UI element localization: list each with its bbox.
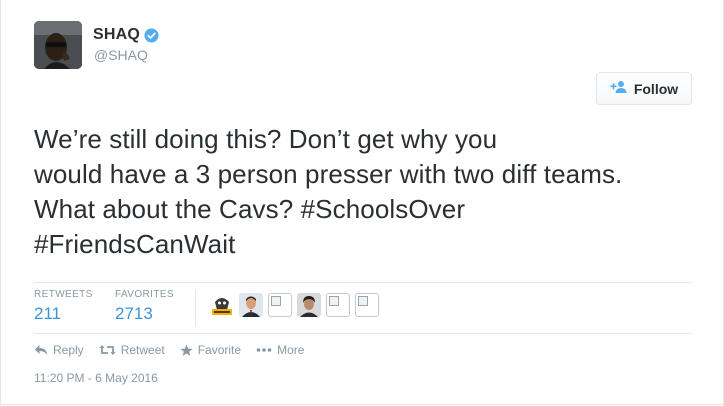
star-icon <box>180 344 193 357</box>
favoriter-avatar[interactable] <box>268 293 292 317</box>
tweet-text-fragment: What about the Cavs? <box>34 194 301 224</box>
favoriters-avatars <box>210 293 379 317</box>
reply-button[interactable]: Reply <box>34 343 84 357</box>
tweet-text-line: would have a 3 person presser with two d… <box>34 159 623 189</box>
follow-button[interactable]: Follow <box>596 72 692 105</box>
retweets-count[interactable]: 211 <box>34 304 93 324</box>
tweet-timestamp[interactable]: 11:20 PM - 6 May 2016 <box>34 371 158 385</box>
favoriter-avatar[interactable] <box>355 293 379 317</box>
retweet-icon <box>99 344 116 356</box>
favoriter-avatar[interactable] <box>297 293 321 317</box>
retweets-label: RETWEETS <box>34 289 93 300</box>
favoriter-avatar[interactable] <box>210 293 234 317</box>
favorite-label: Favorite <box>197 343 242 357</box>
stats-bottom-divider <box>34 333 692 334</box>
display-name[interactable]: SHAQ <box>93 26 140 44</box>
favorite-button[interactable]: Favorite <box>180 343 241 357</box>
stats-top-divider <box>34 282 692 283</box>
more-button[interactable]: More <box>256 343 304 357</box>
verified-badge-icon <box>144 27 159 43</box>
user-handle[interactable]: @SHAQ <box>94 47 148 63</box>
tweet-text-line: What about the Cavs? #SchoolsOver <box>34 192 694 227</box>
follow-button-label: Follow <box>633 80 679 97</box>
reply-icon <box>34 344 48 356</box>
stats-separator <box>195 289 196 327</box>
reply-label: Reply <box>53 343 84 357</box>
retweet-button[interactable]: Retweet <box>99 343 165 357</box>
more-dots-icon <box>256 347 272 353</box>
tweet-actions: Reply Retweet Favorite More <box>34 343 319 357</box>
favorites-label: FAVORITES <box>115 289 174 300</box>
tweet-card: SHAQ @SHAQ Follow We’re still doing this… <box>0 0 724 405</box>
add-user-icon <box>610 80 628 97</box>
hashtag-link[interactable]: #FriendsCanWait <box>34 229 235 259</box>
profile-avatar[interactable] <box>34 21 82 69</box>
user-name-row[interactable]: SHAQ <box>93 26 159 44</box>
favoriter-avatar[interactable] <box>326 293 350 317</box>
avatar-photo-icon <box>34 21 82 69</box>
tweet-text: We’re still doing this? Don’t get why yo… <box>34 122 694 262</box>
favoriter-avatar[interactable] <box>239 293 263 317</box>
more-label: More <box>277 343 305 357</box>
hashtag-link[interactable]: #SchoolsOver <box>301 194 466 224</box>
tweet-text-line: We’re still doing this? Don’t get why yo… <box>34 124 498 154</box>
tweet-text-line: #FriendsCanWait <box>34 227 694 262</box>
retweets-stat[interactable]: RETWEETS 211 <box>34 289 93 324</box>
favorites-count[interactable]: 2713 <box>115 304 174 324</box>
favorites-stat[interactable]: FAVORITES 2713 <box>115 289 174 324</box>
retweet-label: Retweet <box>120 343 165 357</box>
